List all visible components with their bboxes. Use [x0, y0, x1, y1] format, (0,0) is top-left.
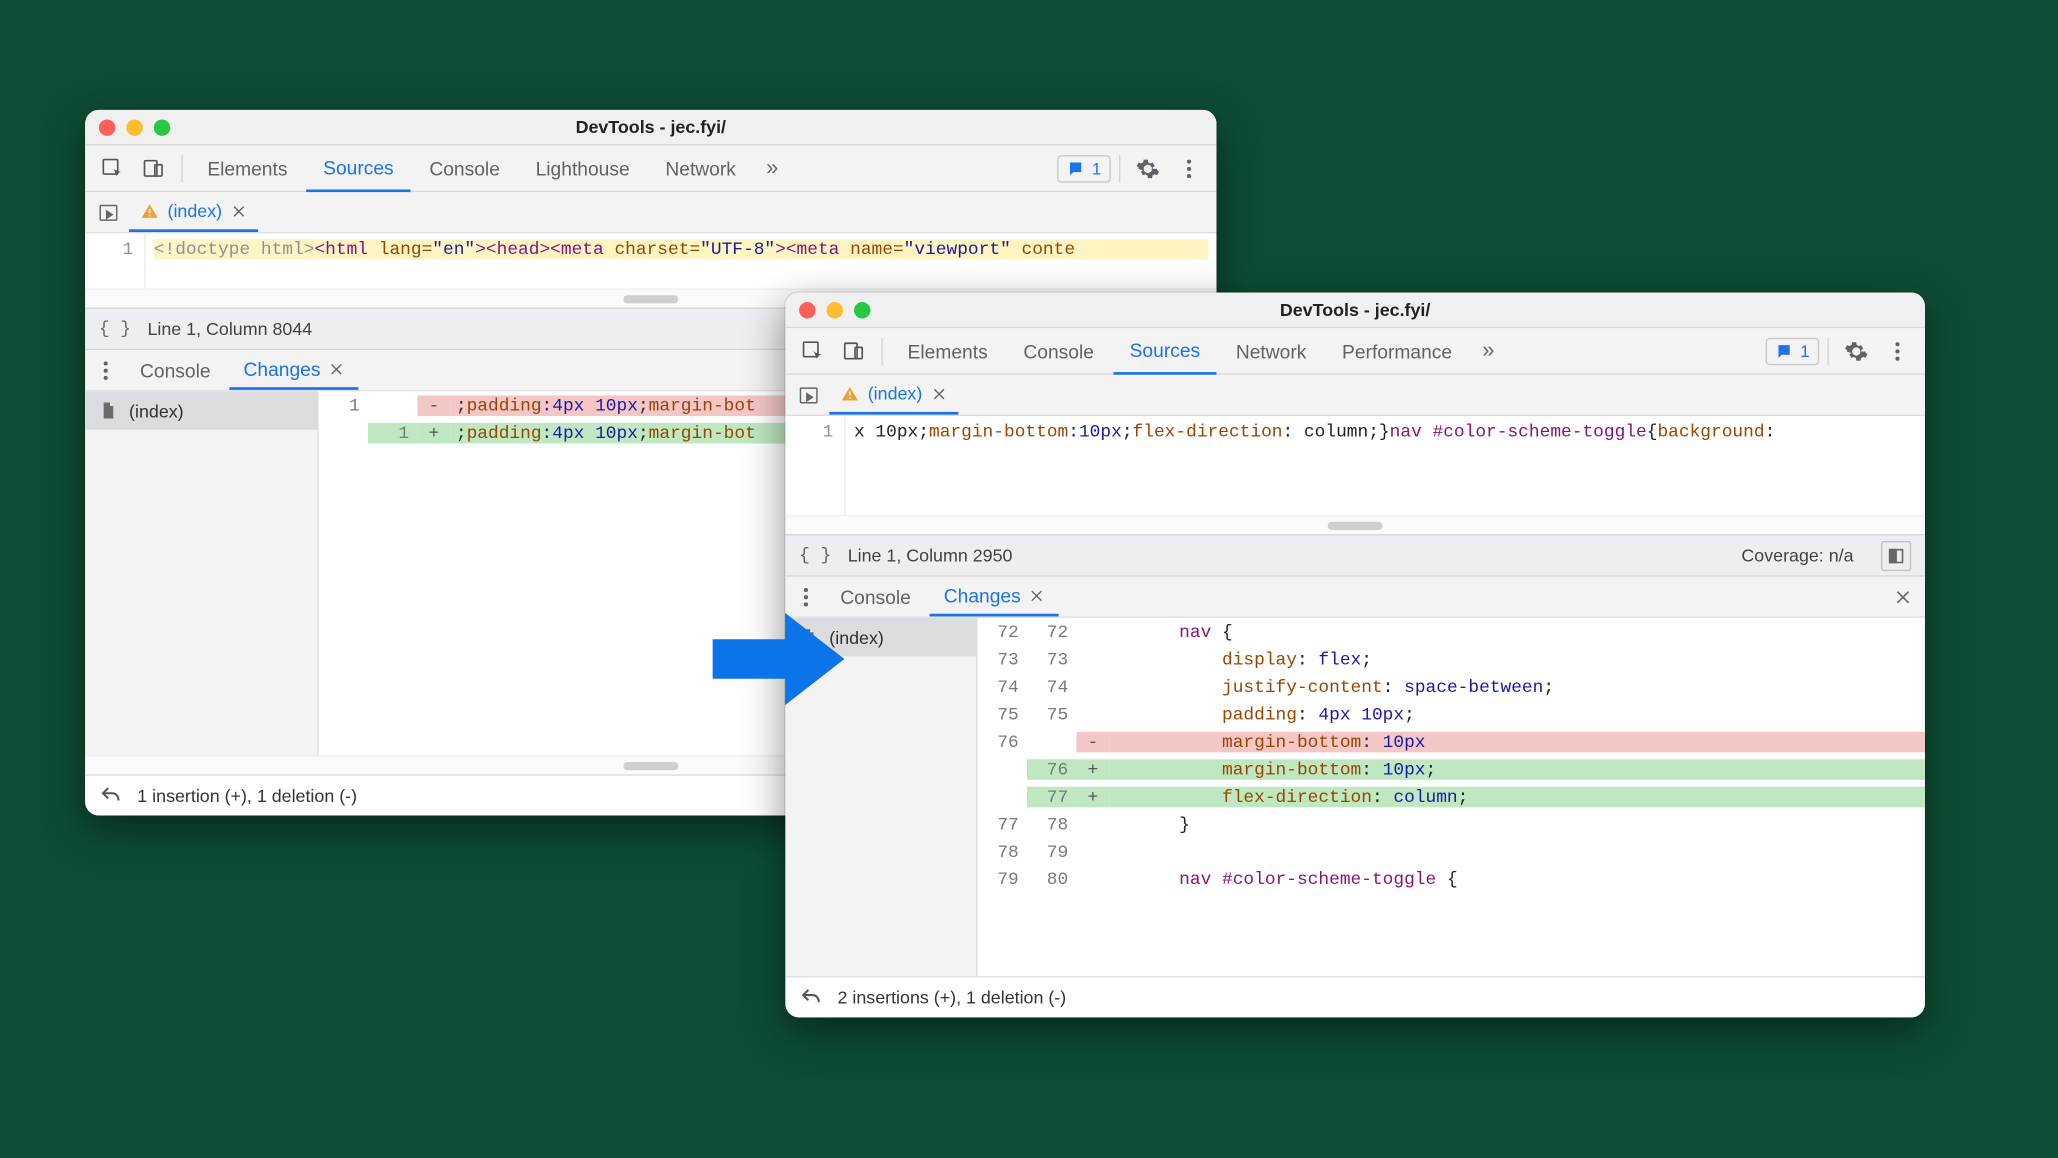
main-toolbar: Elements Console Sources Network Perform…	[785, 328, 1925, 375]
arrow-icon	[713, 604, 845, 714]
close-tab-icon[interactable]	[931, 385, 947, 401]
close-tab-icon[interactable]	[230, 203, 246, 219]
issues-button[interactable]: 1	[1058, 154, 1111, 181]
drawer-menu-icon[interactable]	[91, 352, 121, 388]
titlebar: DevTools - jec.fyi/	[785, 292, 1925, 328]
drawer-tab-console[interactable]: Console	[126, 351, 224, 389]
close-drawer-tab-icon[interactable]	[1029, 587, 1045, 603]
minimize-icon[interactable]	[827, 301, 843, 317]
device-toggle-icon[interactable]	[135, 150, 173, 186]
tab-sources[interactable]: Sources	[1113, 327, 1216, 374]
file-tab-label: (index)	[168, 200, 223, 221]
devtools-window-after: DevTools - jec.fyi/ Elements Console Sou…	[785, 292, 1925, 1017]
line-gutter: 1	[85, 233, 145, 288]
scrollbar-thumb[interactable]	[1328, 521, 1383, 529]
gear-icon[interactable]	[1837, 333, 1875, 369]
show-navigator-icon[interactable]	[794, 380, 824, 410]
diff-row: 7373 display: flex;	[978, 645, 1925, 672]
tab-elements[interactable]: Elements	[891, 327, 1004, 374]
warning-icon	[840, 384, 859, 403]
zoom-icon[interactable]	[854, 301, 870, 317]
tab-console[interactable]: Console	[413, 145, 516, 192]
changes-summary: 1 insertion (+), 1 deletion (-)	[137, 785, 357, 806]
file-tabs: (index)	[785, 375, 1925, 416]
line-gutter: 1	[785, 416, 845, 515]
drawer-tab-changes[interactable]: Changes	[230, 351, 359, 389]
close-icon[interactable]	[99, 119, 115, 135]
tab-lighthouse[interactable]: Lighthouse	[519, 145, 646, 192]
device-toggle-icon[interactable]	[835, 333, 873, 369]
issues-count: 1	[1092, 159, 1101, 178]
changes-file-item[interactable]: (index)	[85, 391, 317, 429]
code-editor[interactable]: 1 x 10px;margin-bottom:10px;flex-directi…	[785, 416, 1925, 515]
gear-icon[interactable]	[1129, 150, 1167, 186]
diff-row: 76- margin-bottom: 10px	[978, 728, 1925, 755]
revert-icon[interactable]	[799, 985, 824, 1010]
code-editor[interactable]: 1 <!doctype html><html lang="en"><head><…	[85, 233, 1216, 288]
scrollbar-thumb[interactable]	[623, 295, 678, 303]
more-tabs-icon[interactable]: »	[755, 156, 789, 181]
cursor-position: Line 1, Column 2950	[848, 545, 1013, 566]
window-title: DevTools - jec.fyi/	[799, 299, 1911, 320]
close-icon[interactable]	[799, 301, 815, 317]
minimize-icon[interactable]	[126, 119, 142, 135]
changes-sidebar: (index)	[85, 391, 318, 755]
inspect-element-icon[interactable]	[794, 333, 832, 369]
tab-performance[interactable]: Performance	[1326, 327, 1469, 374]
kebab-menu-icon[interactable]	[1878, 333, 1916, 369]
kebab-menu-icon[interactable]	[1170, 150, 1208, 186]
tab-elements[interactable]: Elements	[191, 145, 304, 192]
more-tabs-icon[interactable]: »	[1471, 338, 1505, 363]
inspect-element-icon[interactable]	[93, 150, 131, 186]
diff-row: 7272 nav {	[978, 618, 1925, 645]
tab-network[interactable]: Network	[1219, 327, 1322, 374]
file-icon	[99, 400, 118, 422]
window-title: DevTools - jec.fyi/	[99, 117, 1203, 138]
diff-row: 7575 padding: 4px 10px;	[978, 700, 1925, 727]
changes-summary: 2 insertions (+), 1 deletion (-)	[838, 987, 1067, 1008]
zoom-icon[interactable]	[154, 119, 170, 135]
scrollbar-track[interactable]	[785, 515, 1925, 534]
main-toolbar: Elements Sources Console Lighthouse Netw…	[85, 146, 1216, 193]
tab-network[interactable]: Network	[649, 145, 752, 192]
drawer-tab-changes[interactable]: Changes	[930, 577, 1059, 615]
coverage-label: Coverage: n/a	[1741, 545, 1853, 566]
pretty-print-icon[interactable]: { }	[799, 545, 831, 566]
titlebar: DevTools - jec.fyi/	[85, 110, 1216, 146]
file-tabs: (index)	[85, 192, 1216, 233]
file-tab-index[interactable]: (index)	[829, 376, 958, 414]
issues-count: 1	[1800, 341, 1809, 360]
show-navigator-icon[interactable]	[93, 197, 123, 227]
editor-statusbar: { } Line 1, Column 2950 Coverage: n/a	[785, 534, 1925, 575]
diff-row: 7474 justify-content: space-between;	[978, 673, 1925, 700]
diff-viewer[interactable]: 7272 nav {7373 display: flex;7474 justif…	[978, 618, 1925, 976]
coverage-toggle-icon[interactable]	[1881, 540, 1911, 570]
close-drawer-tab-icon[interactable]	[329, 360, 345, 376]
file-tab-index[interactable]: (index)	[129, 193, 258, 231]
cursor-position: Line 1, Column 8044	[147, 319, 312, 340]
close-drawer-icon[interactable]	[1887, 580, 1920, 613]
diff-row: 76+ margin-bottom: 10px;	[978, 755, 1925, 782]
pretty-print-icon[interactable]: { }	[99, 319, 131, 340]
diff-row: 7778 }	[978, 810, 1925, 837]
file-tab-label: (index)	[868, 383, 923, 404]
tab-console[interactable]: Console	[1007, 327, 1110, 374]
revert-icon[interactable]	[99, 783, 124, 808]
scrollbar-thumb[interactable]	[623, 761, 678, 769]
drawer-tabs: Console Changes	[785, 575, 1925, 616]
diff-row: 77+ flex-direction: column;	[978, 783, 1925, 810]
tab-sources[interactable]: Sources	[307, 145, 410, 192]
issues-button[interactable]: 1	[1766, 337, 1819, 364]
changes-footer: 2 insertions (+), 1 deletion (-)	[785, 976, 1925, 1017]
diff-row: 7879	[978, 838, 1925, 865]
warning-icon	[140, 201, 159, 220]
diff-row: 7980 nav #color-scheme-toggle {	[978, 865, 1925, 892]
